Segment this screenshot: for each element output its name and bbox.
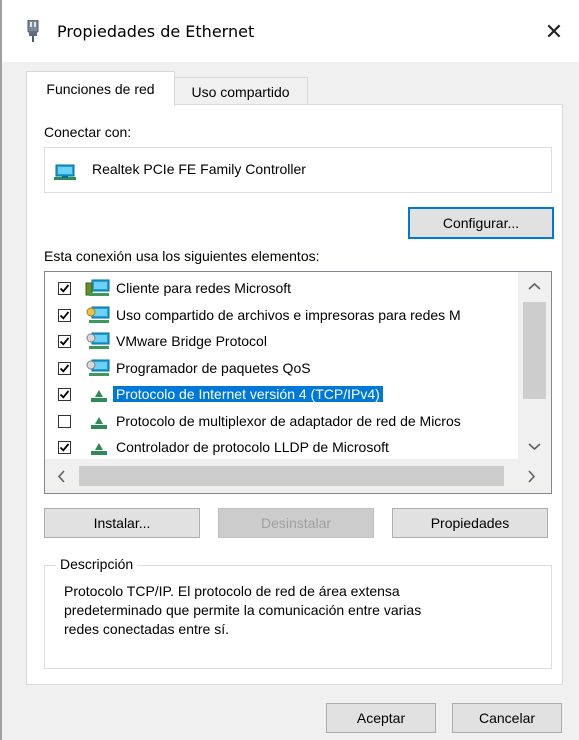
list-item-label: Protocolo de multiplexor de adaptador de…: [116, 412, 461, 429]
scroll-up-icon[interactable]: [528, 282, 541, 291]
window-title: Propiedades de Ethernet: [57, 22, 255, 41]
protocol-icon: [85, 385, 111, 405]
horizontal-scrollbar[interactable]: [45, 459, 551, 493]
uninstall-button-label: Desinstalar: [260, 515, 332, 531]
list-item-label: Programador de paquetes QoS: [116, 359, 311, 376]
list-item[interactable]: VMware Bridge Protocol: [45, 330, 515, 354]
uninstall-button[interactable]: Desinstalar: [218, 508, 374, 538]
cancel-button-label: Cancelar: [478, 710, 536, 726]
checkbox-checked[interactable]: [58, 388, 71, 401]
ethernet-connector-icon: [27, 20, 39, 42]
scroll-right-icon[interactable]: [527, 470, 536, 483]
checkbox-checked[interactable]: [58, 441, 71, 454]
scroll-down-icon[interactable]: [528, 442, 541, 451]
checkbox-checked[interactable]: [58, 361, 71, 375]
checkbox-checked[interactable]: [58, 282, 71, 295]
install-button-label: Instalar...: [93, 515, 151, 531]
list-item-label: Cliente para redes Microsoft: [116, 280, 292, 296]
list-item[interactable]: Protocolo de multiplexor de adaptador de…: [45, 410, 515, 434]
install-button[interactable]: Instalar...: [44, 508, 200, 538]
checkbox-checked[interactable]: [58, 308, 71, 322]
network-adapter-icon: [54, 164, 76, 180]
adapter-name: Realtek PCIe FE Family Controller: [92, 161, 306, 177]
network-service-icon: [85, 332, 111, 352]
list-item[interactable]: Programador de paquetes QoS: [45, 357, 515, 381]
list-item-label: VMware Bridge Protocol: [116, 333, 267, 349]
list-item-label: Controlador de protocolo LLDP de Microso…: [116, 439, 389, 455]
tab-funciones-de-red[interactable]: Funciones de red: [26, 71, 175, 106]
vertical-scrollbar[interactable]: [518, 272, 551, 459]
protocol-icon: [85, 412, 111, 432]
configure-button-label: Configurar...: [442, 215, 520, 231]
close-button[interactable]: ✕: [534, 12, 574, 52]
connect-label: Conectar con:: [44, 124, 132, 140]
list-item-label: Uso compartido de archivos e impresoras …: [116, 306, 461, 323]
list-item[interactable]: Cliente para redes Microsoft: [45, 277, 515, 301]
properties-button[interactable]: Propiedades: [392, 508, 548, 538]
protocol-icon: [85, 438, 111, 458]
network-client-icon: [85, 279, 111, 299]
list-item-label: Protocolo de Internet versión 4 (TCP/IPv…: [113, 386, 383, 402]
cancel-button[interactable]: Cancelar: [452, 703, 562, 733]
tab-label: Uso compartido: [191, 83, 290, 100]
description-line: redes conectadas entre sí.: [64, 621, 229, 637]
tab-uso-compartido[interactable]: Uso compartido: [173, 77, 308, 106]
checkbox-unchecked[interactable]: [58, 414, 71, 428]
scroll-left-icon[interactable]: [57, 470, 66, 483]
checkbox-checked[interactable]: [58, 335, 71, 348]
network-service-icon: [85, 359, 111, 379]
scroll-thumb[interactable]: [523, 302, 546, 399]
elements-label: Esta conexión usa los siguientes element…: [44, 248, 320, 264]
description-title: Descripción: [56, 556, 138, 572]
tab-label: Funciones de red: [46, 81, 155, 97]
configure-button[interactable]: Configurar...: [408, 207, 554, 239]
description-line: predeterminado que permite la comunicaci…: [64, 602, 422, 618]
close-icon: ✕: [544, 19, 564, 45]
file-printer-sharing-icon: [85, 306, 111, 326]
list-item[interactable]: Uso compartido de archivos e impresoras …: [45, 304, 515, 328]
ok-button-label: Aceptar: [356, 710, 406, 726]
description-text: Protocolo TCP/IP. El protocolo de red de…: [64, 582, 534, 639]
scroll-thumb-horizontal[interactable]: [79, 466, 504, 486]
properties-button-label: Propiedades: [430, 515, 510, 531]
ok-button[interactable]: Aceptar: [326, 703, 436, 733]
description-line: Protocolo TCP/IP. El protocolo de red de…: [64, 583, 400, 599]
list-item[interactable]: Controlador de protocolo LLDP de Microso…: [45, 436, 515, 460]
list-item[interactable]: Protocolo de Internet versión 4 (TCP/IPv…: [45, 383, 515, 407]
